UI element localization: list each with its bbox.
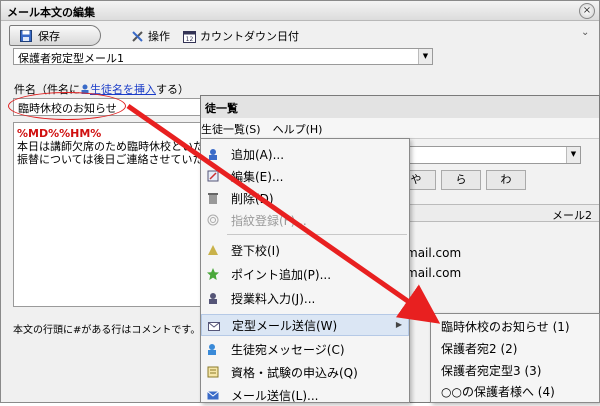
save-label: 保存 xyxy=(38,29,60,43)
title-bar: メール本文の編集 × xyxy=(1,1,599,21)
tuition-icon xyxy=(209,293,217,304)
close-button[interactable]: × xyxy=(579,3,595,19)
submenu-item-1[interactable]: 臨時休校のお知らせ (1) xyxy=(431,316,599,338)
context-menu: 追加(A)... 編集(E)... 削除(D) 指紋登録(F)... 登下校(I… xyxy=(200,138,410,403)
menu-item-label: 指紋登録(F)... xyxy=(231,213,307,228)
save-button[interactable]: 保存 xyxy=(9,25,101,46)
menu-item-add[interactable]: 追加(A)... xyxy=(201,143,409,165)
window-title: メール本文の編集 xyxy=(7,6,95,19)
menu-item-label: 定型メール送信(W) xyxy=(232,318,338,333)
exam-icon xyxy=(207,366,219,378)
fingerprint-icon xyxy=(207,214,219,226)
menu-item-delete[interactable]: 削除(D) xyxy=(201,187,409,209)
countdown-label: カウントダウン日付 xyxy=(200,30,299,43)
template-mail-icon xyxy=(208,322,220,331)
point-icon xyxy=(207,268,219,280)
menu-help[interactable]: ヘルプ(H) xyxy=(273,121,323,138)
svg-text:12: 12 xyxy=(186,36,194,43)
menu-item-label: 授業料入力(J)... xyxy=(231,291,316,306)
chevron-down-icon[interactable]: ⌄ xyxy=(581,27,589,38)
tools-icon xyxy=(132,30,143,42)
table-header: メール2 xyxy=(401,204,599,223)
edit-icon xyxy=(207,170,219,182)
tab-ra[interactable]: ら xyxy=(441,170,481,190)
column-header-mail2[interactable]: メール2 xyxy=(552,207,592,223)
menu-item-label: ポイント追加(P)... xyxy=(231,267,332,282)
floppy-disk-icon xyxy=(20,29,32,42)
calendar-icon: 12 xyxy=(183,30,196,43)
template-mail-submenu: 臨時休校のお知らせ (1) 保護者宛2 (2) 保護者宛定型3 (3) ○○の保… xyxy=(430,313,600,403)
submenu-item-3[interactable]: 保護者宛定型3 (3) xyxy=(431,360,599,382)
menu-item-label: 削除(D) xyxy=(231,191,274,206)
filter-select[interactable]: ▼ xyxy=(401,146,581,164)
attendance-icon xyxy=(208,245,218,255)
dropdown-arrow-icon[interactable]: ▼ xyxy=(566,147,580,163)
operation-label: 操作 xyxy=(148,30,170,43)
menu-item-label: 資格・試験の申込み(Q) xyxy=(231,365,358,380)
body-macro-line: %MD%%HM% xyxy=(17,127,102,140)
menu-bar: 生徒一覧(S) ヘルプ(H) xyxy=(201,118,599,139)
menu-item-label: 生徒宛メッセージ(C) xyxy=(231,342,345,357)
menu-item-add-point[interactable]: ポイント追加(P)... xyxy=(201,263,409,285)
menu-item-label: 編集(E)... xyxy=(231,169,284,184)
tab-wa[interactable]: わ xyxy=(486,170,526,190)
submenu-item-2[interactable]: 保護者宛2 (2) xyxy=(431,338,599,360)
menu-separator xyxy=(227,234,407,235)
menu-item-fingerprint[interactable]: 指紋登録(F)... xyxy=(201,209,409,231)
student-list-title: 徒一覧 xyxy=(201,96,599,118)
mail-send-icon xyxy=(207,391,219,400)
menu-item-template-mail[interactable]: 定型メール送信(W) ▶ xyxy=(201,314,409,336)
template-select[interactable]: 保護者宛定型メール1 ▼ xyxy=(13,48,433,65)
add-icon xyxy=(209,149,217,160)
menu-item-tuition[interactable]: 授業料入力(J)... xyxy=(201,287,409,309)
submenu-arrow-icon: ▶ xyxy=(395,320,402,329)
subject-label-suffix: する） xyxy=(156,83,189,96)
submenu-item-4[interactable]: ○○の保護者様へ (4) xyxy=(431,381,599,403)
table-row[interactable]: mail.com xyxy=(406,266,461,280)
menu-item-student-message[interactable]: 生徒宛メッセージ(C) xyxy=(201,338,409,360)
body-line-2: 振替については後日ご連絡させていただき xyxy=(17,153,207,166)
dropdown-arrow-icon[interactable]: ▼ xyxy=(418,49,432,64)
template-select-value: 保護者宛定型メール1 xyxy=(18,52,124,65)
delete-icon xyxy=(208,193,218,204)
comment-hint: 本文の行頭に#がある行はコメントです。送信さ xyxy=(13,325,231,336)
annotation-circle xyxy=(8,92,126,120)
body-textarea[interactable]: %MD%%HM% 本日は講師欠席のため臨時休校といたしま 振替については後日ご連… xyxy=(13,122,207,307)
body-line-1: 本日は講師欠席のため臨時休校といたしま xyxy=(17,140,207,153)
menu-item-label: 登下校(I) xyxy=(231,243,280,258)
menu-item-exam-application[interactable]: 資格・試験の申込み(Q) xyxy=(201,361,409,383)
menu-item-edit[interactable]: 編集(E)... xyxy=(201,165,409,187)
countdown-date-button[interactable]: 12 カウントダウン日付 xyxy=(183,28,299,44)
menu-item-label: 追加(A)... xyxy=(231,147,285,162)
menu-item-label: メール送信(L)... xyxy=(231,388,319,403)
menu-item-attendance[interactable]: 登下校(I) xyxy=(201,239,409,261)
message-icon xyxy=(208,344,216,355)
toolbar: 保存 操作 12 カウントダウン日付 ⌄ xyxy=(1,22,599,48)
menu-student-list[interactable]: 生徒一覧(S) xyxy=(201,121,261,138)
operation-button[interactable]: 操作 xyxy=(131,28,170,44)
table-row[interactable]: mail.com xyxy=(406,246,461,260)
